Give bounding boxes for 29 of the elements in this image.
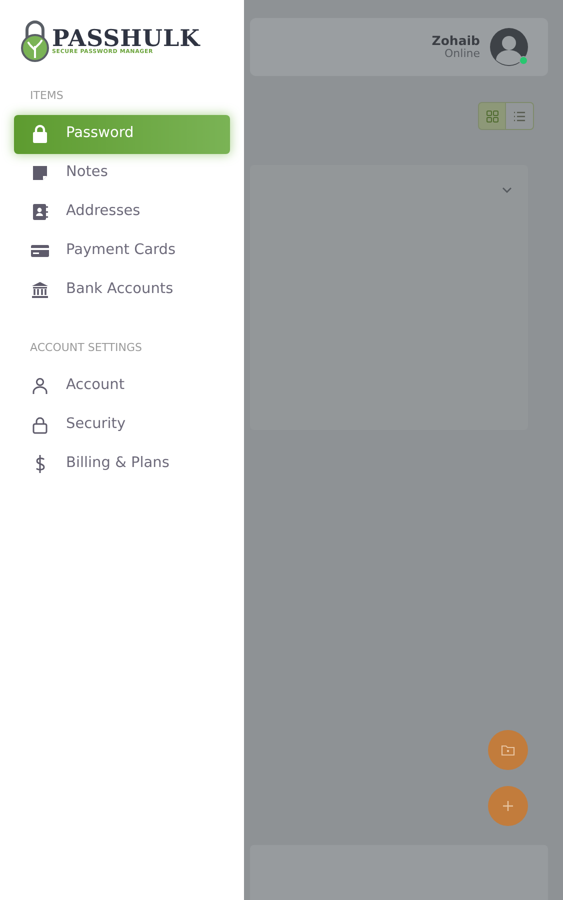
lock-icon [30,124,50,144]
section-heading: ITEMS [29,88,64,104]
sidebar-item[interactable]: Notes [14,154,230,192]
list-view-icon [513,110,526,122]
grid-view-button[interactable] [478,102,506,130]
sidebar-item[interactable]: Security [14,405,230,444]
sidebar-item[interactable]: Bank Accounts [14,270,230,310]
logo-text: PASSHULK [52,26,200,50]
folder-button[interactable] [488,730,528,770]
list-view-button[interactable] [506,102,534,130]
sidebar-item[interactable]: Account [14,366,230,405]
chevron-down-icon[interactable] [502,187,512,193]
section-heading: ACCOUNT SETTINGS [29,340,144,356]
user-name: Zohaib [432,34,480,48]
address-book-icon [30,202,50,222]
sidebar-item[interactable]: Billing & Plans [14,444,230,483]
sidebar-item[interactable]: Password [14,114,230,154]
plus-icon [501,799,515,813]
lock-icon [30,414,50,434]
user-status: Online [444,48,480,60]
user-avatar[interactable] [490,28,528,66]
bank-icon [30,280,50,300]
sidebar-item[interactable]: Payment Cards [14,232,230,270]
sidebar-item[interactable]: Addresses [14,192,230,232]
grid-view-icon [486,110,498,122]
note-icon [30,163,50,183]
user-icon [30,376,50,396]
logo-icon [20,20,50,62]
folder-icon [501,743,515,757]
